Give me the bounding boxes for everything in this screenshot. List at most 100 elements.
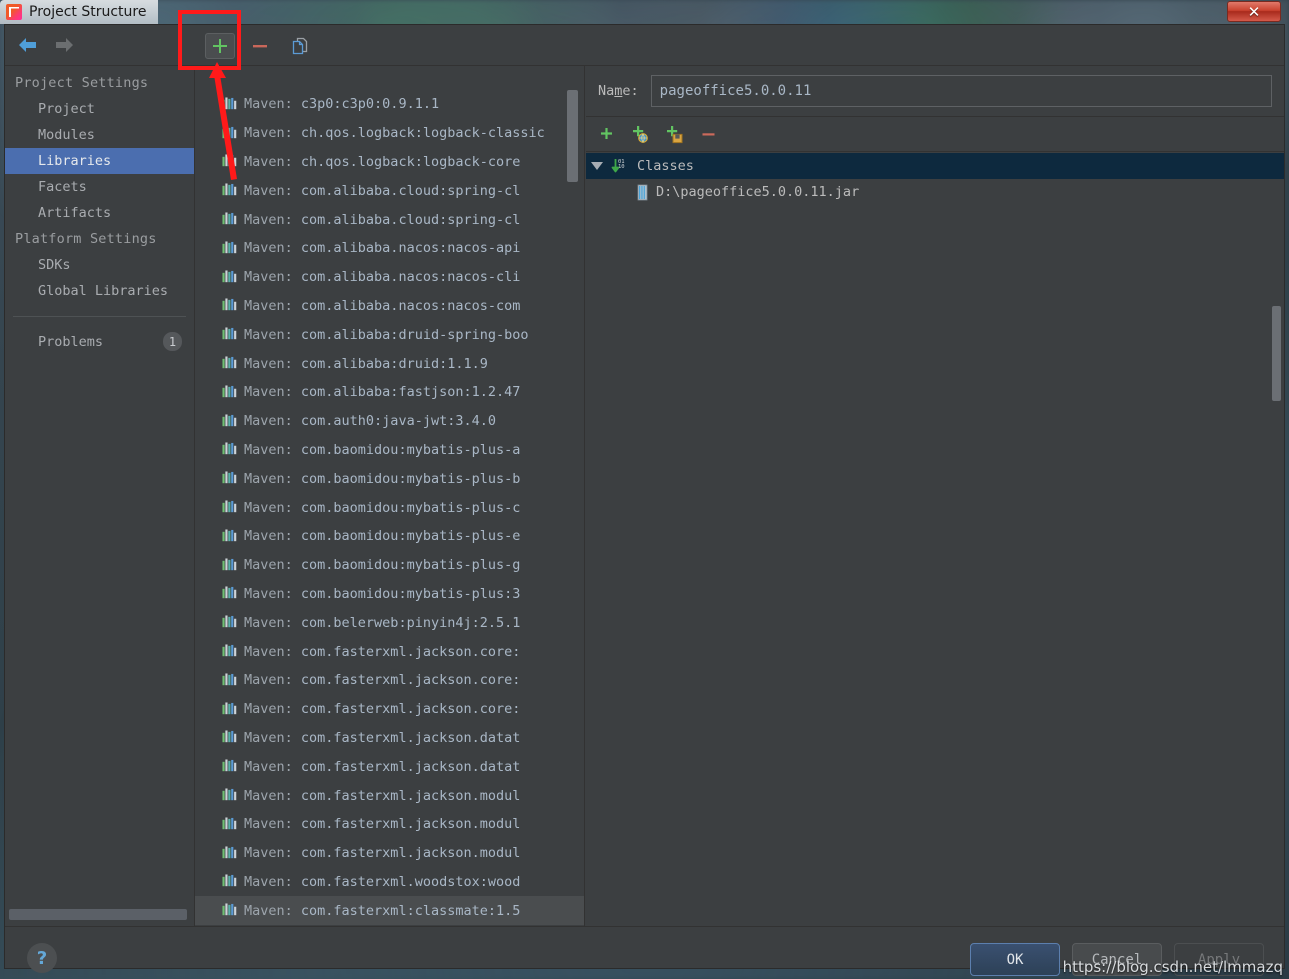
sidebar-group-project-settings: Project Settings <box>15 75 149 91</box>
maven-library-icon <box>222 759 237 772</box>
project-structure-window: Project Structure ✕ Project Settings Pro… <box>0 0 1289 979</box>
close-icon: ✕ <box>1247 2 1261 21</box>
maven-library-icon <box>222 327 237 340</box>
library-list-item[interactable]: Maven: com.baomidou:mybatis-plus-b <box>195 464 584 493</box>
library-list-item[interactable]: Maven: com.fasterxml.jackson.modul <box>195 839 584 868</box>
library-list-item[interactable]: Maven: com.baomidou:mybatis-plus-c <box>195 493 584 522</box>
library-list-item[interactable]: Maven: com.baomidou:mybatis-plus-a <box>195 436 584 465</box>
library-list-item[interactable]: Maven: com.fasterxml:classmate:1.5 <box>195 896 584 926</box>
library-list-item-label: Maven: com.fasterxml.jackson.modul <box>244 845 521 862</box>
library-list-item[interactable]: Maven: com.alibaba.nacos:nacos-api <box>195 234 584 263</box>
library-list-item[interactable]: Maven: com.baomidou:mybatis-plus:3 <box>195 580 584 609</box>
tree-node-jar-label: D:\pageoffice5.0.0.11.jar <box>656 184 860 200</box>
library-list-item[interactable]: Maven: com.alibaba.nacos:nacos-com <box>195 292 584 321</box>
sidebar-item-facets[interactable]: Facets <box>5 174 194 200</box>
library-list-item-label: Maven: com.baomidou:mybatis-plus-c <box>244 499 521 516</box>
library-list-item-label: Maven: com.fasterxml.jackson.datat <box>244 729 521 746</box>
library-list-item-label: Maven: com.baomidou:mybatis-plus-g <box>244 557 521 574</box>
maven-library-icon <box>222 615 237 628</box>
library-list-item-label: Maven: com.baomidou:mybatis-plus-a <box>244 441 521 458</box>
sidebar-horizontal-scrollbar[interactable] <box>9 909 187 920</box>
maven-library-icon <box>222 644 237 657</box>
tree-node-jar[interactable]: D:\pageoffice5.0.0.11.jar <box>586 179 1284 205</box>
library-list-item[interactable]: Maven: c3p0:c3p0:0.9.1.1 <box>195 90 584 119</box>
sidebar-item-sdks[interactable]: SDKs <box>5 252 194 278</box>
library-list-item[interactable]: Maven: com.fasterxml.jackson.modul <box>195 781 584 810</box>
classes-toolbar <box>586 118 1284 152</box>
maven-library-icon <box>222 529 237 542</box>
copy-library-button[interactable] <box>285 33 315 59</box>
sidebar-item-global-libraries[interactable]: Global Libraries <box>5 278 194 304</box>
sidebar-item-libraries[interactable]: Libraries <box>5 148 194 174</box>
library-list-item[interactable]: Maven: ch.qos.logback:logback-core <box>195 148 584 177</box>
back-arrow-icon[interactable] <box>17 35 39 55</box>
navigation-group <box>5 35 75 55</box>
settings-sidebar: Project Settings Project Modules Librari… <box>5 66 195 926</box>
library-list-item-label: Maven: com.fasterxml.woodstox:wood <box>244 873 521 890</box>
maven-library-icon <box>222 500 237 513</box>
maven-library-icon <box>222 846 237 858</box>
sidebar-item-artifacts[interactable]: Artifacts <box>5 200 194 226</box>
forward-arrow-icon <box>56 38 73 52</box>
library-list-item[interactable]: Maven: ch.qos.logback:logback-classic <box>195 119 584 148</box>
library-list-panel: Maven: c3p0:c3p0:0.9.1.1 Maven: ch.qos.lo… <box>195 66 585 926</box>
library-list-item[interactable]: Maven: com.fasterxml.jackson.datat <box>195 724 584 753</box>
library-list-item-label: Maven: com.alibaba:druid:1.1.9 <box>244 355 488 372</box>
library-list-item-label: Maven: com.alibaba.cloud:spring-cl <box>244 211 521 228</box>
library-list-item[interactable]: Maven: com.alibaba:fastjson:1.2.47 <box>195 378 584 407</box>
tree-node-classes[interactable]: 01 10 Classes <box>586 153 1284 179</box>
library-list-item[interactable]: Maven: com.baomidou:mybatis-plus-g <box>195 551 584 580</box>
library-list-item[interactable]: Maven: com.alibaba.cloud:spring-cl <box>195 205 584 234</box>
add-url-root-button[interactable] <box>629 123 652 146</box>
plus-jar-icon <box>667 126 683 144</box>
maven-library-icon <box>222 442 237 455</box>
library-list-item[interactable]: Maven: com.alibaba:druid:1.1.9 <box>195 349 584 378</box>
detail-vertical-scrollbar[interactable] <box>1272 306 1281 401</box>
library-list-item[interactable]: Maven: com.fasterxml.jackson.core: <box>195 637 584 666</box>
library-list-item[interactable]: Maven: com.alibaba.nacos:nacos-cli <box>195 263 584 292</box>
library-detail-panel: Name: pageoffice5.0.0.11 01 10 Classes D… <box>586 66 1284 926</box>
library-list-item[interactable]: Maven: com.fasterxml.jackson.core: <box>195 695 584 724</box>
library-list-item[interactable]: Maven: com.fasterxml.woodstox:wood <box>195 868 584 897</box>
maven-library-icon <box>222 270 237 282</box>
library-list-item-label: Maven: com.alibaba.nacos:nacos-api <box>244 240 521 257</box>
library-list-item-label: Maven: com.belerweb:pinyin4j:2.5.1 <box>244 614 521 631</box>
library-list-item[interactable]: Maven: com.auth0:java-jwt:3.4.0 <box>195 407 584 436</box>
remove-root-button[interactable] <box>697 123 720 146</box>
library-list-item[interactable]: Maven: com.alibaba.cloud:spring-cl <box>195 176 584 205</box>
classes-icon: 01 10 <box>611 159 625 173</box>
library-list-item-label: Maven: ch.qos.logback:logback-classic <box>244 125 545 142</box>
library-list-item[interactable]: Maven: com.belerweb:pinyin4j:2.5.1 <box>195 608 584 637</box>
name-input[interactable] <box>650 75 1272 107</box>
maven-library-icon <box>222 183 237 196</box>
library-list-item[interactable]: Maven: com.fasterxml.jackson.core: <box>195 666 584 695</box>
add-root-button[interactable] <box>595 123 618 146</box>
remove-library-button[interactable] <box>245 33 275 59</box>
library-list-item-label: Maven: com.fasterxml:classmate:1.5 <box>244 902 521 919</box>
sidebar-item-modules[interactable]: Modules <box>5 122 194 148</box>
maven-library-icon <box>222 212 237 225</box>
library-list-item[interactable]: Maven: com.fasterxml.jackson.modul <box>195 810 584 839</box>
top-toolbar <box>5 25 1284 66</box>
library-list-item[interactable]: Maven: com.fasterxml.jackson.datat <box>195 752 584 781</box>
add-library-button[interactable] <box>205 32 235 59</box>
sidebar-item-project[interactable]: Project <box>5 96 194 122</box>
library-list-item-label: Maven: com.alibaba.cloud:spring-cl <box>244 182 521 199</box>
library-list-item-label: Maven: c3p0:c3p0:0.9.1.1 <box>244 96 440 113</box>
library-list-item[interactable]: Maven: com.baomidou:mybatis-plus-e <box>195 522 584 551</box>
ok-button[interactable]: OK <box>970 943 1060 976</box>
library-list-item[interactable]: Maven: com.alibaba:druid-spring-boo <box>195 320 584 349</box>
library-list-item-label: Maven: com.fasterxml.jackson.core: <box>244 643 521 660</box>
plus-globe-icon <box>633 126 648 143</box>
library-list-vertical-scrollbar[interactable] <box>567 90 578 182</box>
close-button[interactable]: ✕ <box>1227 1 1281 22</box>
name-row: Name: <box>586 66 1284 117</box>
plus-icon <box>213 38 227 53</box>
add-jar-root-button[interactable] <box>663 123 686 146</box>
maven-library-icon <box>222 126 237 138</box>
chevron-down-icon[interactable] <box>591 162 603 170</box>
help-button[interactable]: ? <box>27 943 57 973</box>
library-list-item-label: Maven: com.fasterxml.jackson.modul <box>244 787 521 804</box>
maven-library-icon <box>222 414 237 426</box>
sidebar-item-problems[interactable]: Problems 1 <box>5 327 194 356</box>
